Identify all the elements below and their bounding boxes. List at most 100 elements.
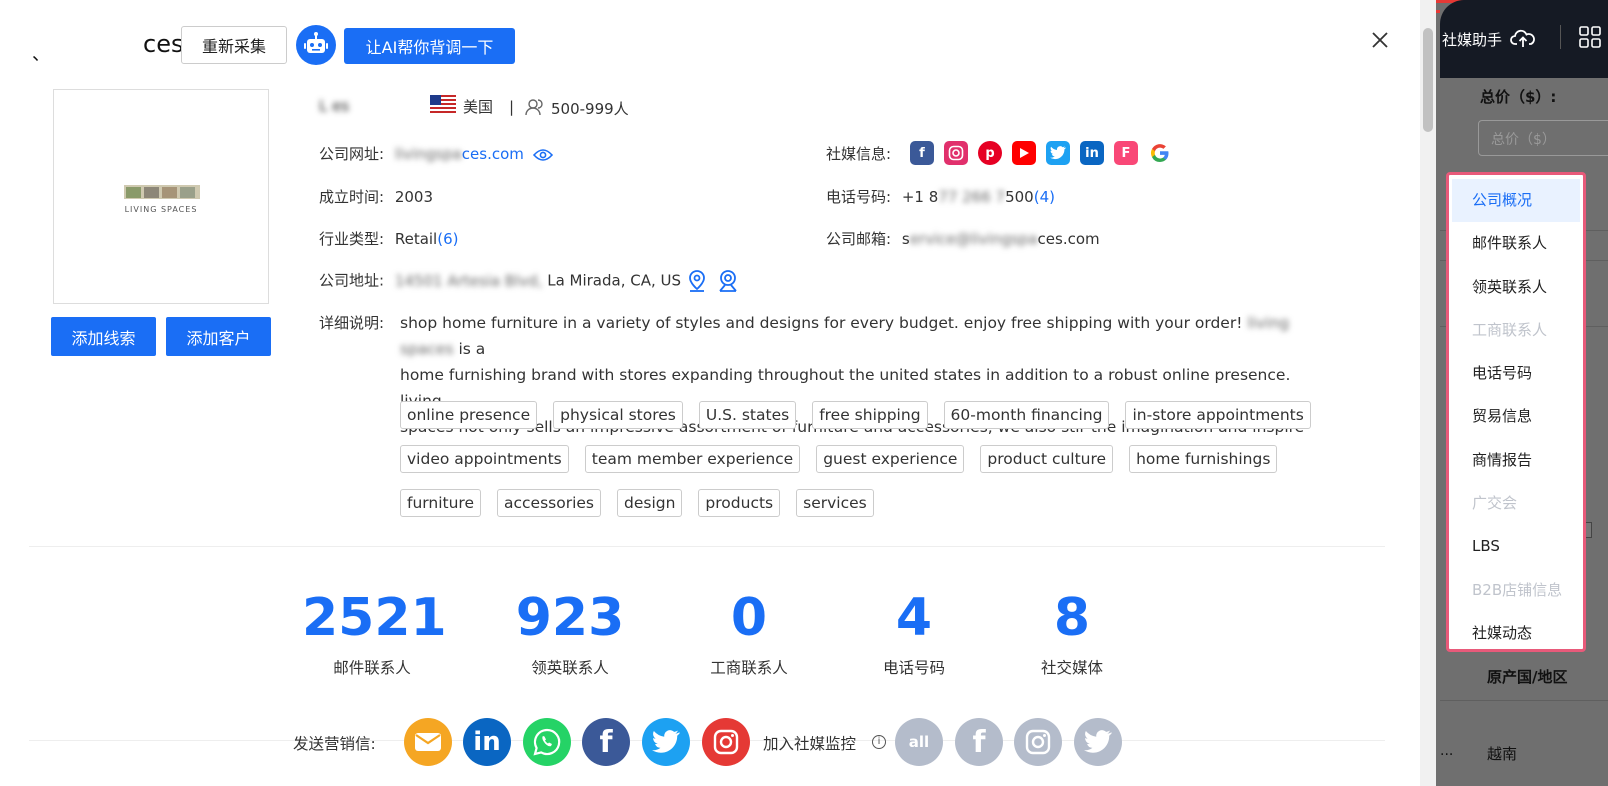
recollect-button[interactable]: 重新采集 [181,26,287,64]
nav-b2b-store: B2B店铺信息 [1472,580,1563,599]
google-icon[interactable] [1148,141,1172,165]
us-flag-icon [430,95,456,113]
email-row: 公司邮箱: service@livingspaces.com [826,228,1100,249]
nav-lbs[interactable]: LBS [1452,525,1580,568]
price-input[interactable]: 总价（$） [1478,120,1608,156]
stat-linkedin-contacts[interactable]: 923 领英联系人 [510,588,630,678]
nav-trade-info[interactable]: 贸易信息 [1452,395,1580,438]
facebook-marketing-button[interactable]: f [582,718,630,766]
scrollbar-thumb[interactable] [1423,28,1433,132]
section-nav: 公司概况 邮件联系人 领英联系人 工商联系人 电话号码 贸易信息 商情报告 广交… [1446,172,1586,652]
stat-value: 4 [895,588,933,648]
tag: guest experience [816,445,965,473]
linkedin-marketing-button[interactable]: in [463,718,511,766]
origin-column-header: 原产国/地区 [1487,668,1568,686]
people-icon [525,99,543,116]
company-title: ces [143,30,184,58]
add-lead-button[interactable]: 添加线索 [51,317,156,356]
tag: U.S. states [698,401,797,429]
stat-value: 0 [730,588,768,648]
origin-cell: 越南 [1487,745,1518,763]
apps-grid-icon[interactable] [1578,25,1602,49]
pinterest-icon[interactable]: p [978,141,1002,165]
instagram-glyph [948,145,964,161]
info-icon[interactable]: i [872,735,886,749]
social-monitor-label: 加入社媒监控 [763,735,857,753]
facebook-icon[interactable]: f [910,141,934,165]
tag: 60-month financing [943,401,1110,429]
keyword-tags: online presence physical stores U.S. sta… [400,401,1330,533]
linkedin-icon[interactable]: in [1080,141,1104,165]
phone-count[interactable]: (4) [1034,188,1055,206]
foursquare-icon[interactable]: F [1114,141,1138,165]
cloud-upload-icon [1510,29,1535,47]
monitor-instagram-button[interactable] [1014,718,1062,766]
ellipsis-text: ... [1440,743,1454,759]
phone-tail: 500 [1005,188,1034,206]
nav-company-overview[interactable]: 公司概况 [1452,179,1580,223]
founded-value: 2003 [394,188,434,206]
phone-row: 电话号码: +1 877 266 7500(4) [826,186,1055,207]
address-blur: 14501 Artesia Blvd, [394,271,543,290]
twitter-icon [1084,730,1112,753]
industry-row: 行业类型: Retail(6) [319,228,458,249]
title-mark: 、 [32,44,50,65]
tag: services [796,489,874,517]
nav-email-contacts[interactable]: 邮件联系人 [1452,222,1580,265]
twitter-glyph [1050,146,1066,160]
stat-email-contacts[interactable]: 2521 邮件联系人 [302,588,447,678]
website-label: 公司网址: [319,145,385,163]
stat-social-media[interactable]: 8 社交媒体 [1022,588,1122,678]
website-row: 公司网址: livingspaces.com [319,143,553,164]
industry-label: 行业类型: [319,230,385,248]
instagram-icon[interactable] [944,141,968,165]
tag: accessories [496,489,601,517]
website-link[interactable]: ces.com [462,145,524,163]
eye-icon[interactable] [532,148,553,162]
monitor-facebook-button[interactable]: f [955,718,1003,766]
instagram-icon [713,729,739,755]
twitter-marketing-button[interactable] [642,718,690,766]
nav-business-contacts: 工商联系人 [1472,320,1548,339]
youtube-icon[interactable] [1012,141,1036,165]
background-topbar: 社媒助手 [1440,0,1608,78]
nav-business-report[interactable]: 商情报告 [1452,439,1580,482]
monitor-twitter-button[interactable] [1074,718,1122,766]
logo-text: LIVING SPACES [124,205,198,214]
youtube-glyph [1020,148,1029,158]
email-end: ces.com [1037,230,1100,248]
stat-label: 领英联系人 [531,659,609,677]
ai-background-check-button[interactable]: 让AI帮你背调一下 [344,28,515,64]
description-line-1: shop home furniture in a variety of styl… [400,314,1243,332]
tag: products [698,489,781,517]
stat-business-contacts[interactable]: 0 工商联系人 [699,588,799,678]
street-view-icon[interactable] [717,269,739,293]
email-marketing-button[interactable] [404,718,452,766]
phone-label: 电话号码: [826,188,892,206]
industry-count[interactable]: (6) [437,230,458,248]
nav-linkedin-contacts[interactable]: 领英联系人 [1452,266,1580,309]
twitter-icon[interactable] [1046,141,1070,165]
tag-row: furniture accessories design products se… [400,489,1330,517]
stat-label: 社交媒体 [1040,659,1103,677]
email-start: s [901,230,910,248]
close-icon[interactable] [1368,28,1392,52]
whatsapp-marketing-button[interactable] [523,718,571,766]
nav-social-feed[interactable]: 社媒动态 [1452,612,1580,655]
nav-phone-numbers[interactable]: 电话号码 [1452,352,1580,395]
industry-value: Retail [394,230,438,248]
tag-row: video appointments team member experienc… [400,445,1330,473]
description-line-1-end: is a [458,340,486,358]
stat-phone-numbers[interactable]: 4 电话号码 [864,588,964,678]
company-name: L es [319,97,350,115]
ai-robot-button[interactable] [296,25,336,65]
instagram-marketing-button[interactable] [702,718,750,766]
website-blur: livingspa [394,145,462,163]
google-glyph [1151,144,1169,162]
add-customer-button[interactable]: 添加客户 [166,317,271,356]
map-pin-icon[interactable] [686,269,708,293]
robot-icon [304,32,328,53]
monitor-all-button[interactable]: all [895,718,943,766]
tag: physical stores [553,401,683,429]
instagram-icon [1025,729,1051,755]
